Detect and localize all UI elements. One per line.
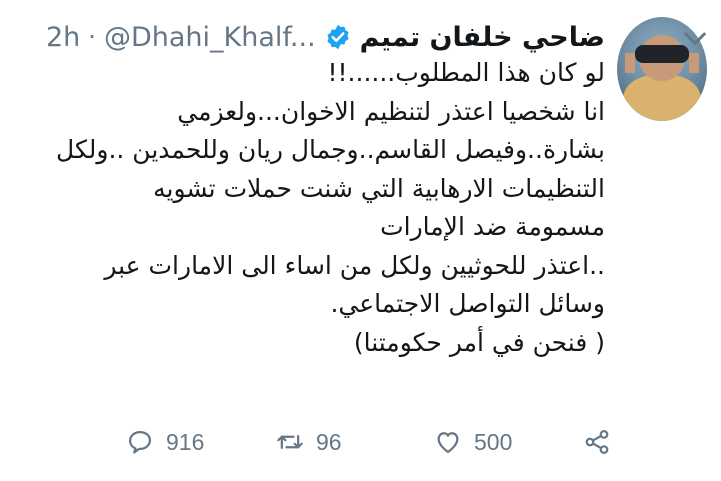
tweet-line: لو كان هذا المطلوب......!! [327,58,605,87]
tweet-line: التنظيمات الارهابية التي شنت حملات تشويه [153,173,605,203]
reply-count: 916 [166,428,205,455]
tweet-actions: 916 96 500 [0,420,721,464]
heart-icon [437,432,459,454]
author-handle[interactable]: @Dhahi_Khalf... [104,22,316,53]
tweet-timestamp[interactable]: 2h [46,22,80,53]
reply-icon [128,430,152,454]
tweet-line: بشارة..وفيصل القاسم..وجمال ريان وللحمدين… [56,135,605,164]
retweet-count: 96 [316,428,342,455]
tweet-text: لو كان هذا المطلوب......!! انا شخصيا اعت… [15,54,605,362]
tweet-line: ..اعتذر للحوثيين ولكل من اساء الى الامار… [104,250,605,280]
tweet-line: مسمومة ضد الإمارات [380,212,605,241]
verified-badge-icon [327,24,349,50]
tweet-line: ( فنحن في أمر حكومتنا) [353,327,605,357]
tweet-line: انا شخصيا اعتذر لتنظيم الاخوان...ولعزمي [177,96,605,126]
share-button[interactable] [583,420,611,464]
separator-dot: · [88,23,96,51]
retweet-icon [277,435,303,449]
tweet-header: ضاحي خلفان تميم @Dhahi_Khalf... · 2h [46,20,605,54]
like-button[interactable]: 500 [434,420,512,464]
share-icon [585,430,609,454]
avatar-hands [625,53,699,73]
tweet-line: وسائل التواصل الاجتماعي. [330,289,605,318]
author-name[interactable]: ضاحي خلفان تميم [360,22,605,53]
reply-button[interactable]: 916 [126,420,204,464]
like-count: 500 [474,428,513,455]
retweet-button[interactable]: 96 [276,420,342,464]
avatar-robe [623,75,701,121]
chevron-down-icon[interactable] [679,22,711,54]
